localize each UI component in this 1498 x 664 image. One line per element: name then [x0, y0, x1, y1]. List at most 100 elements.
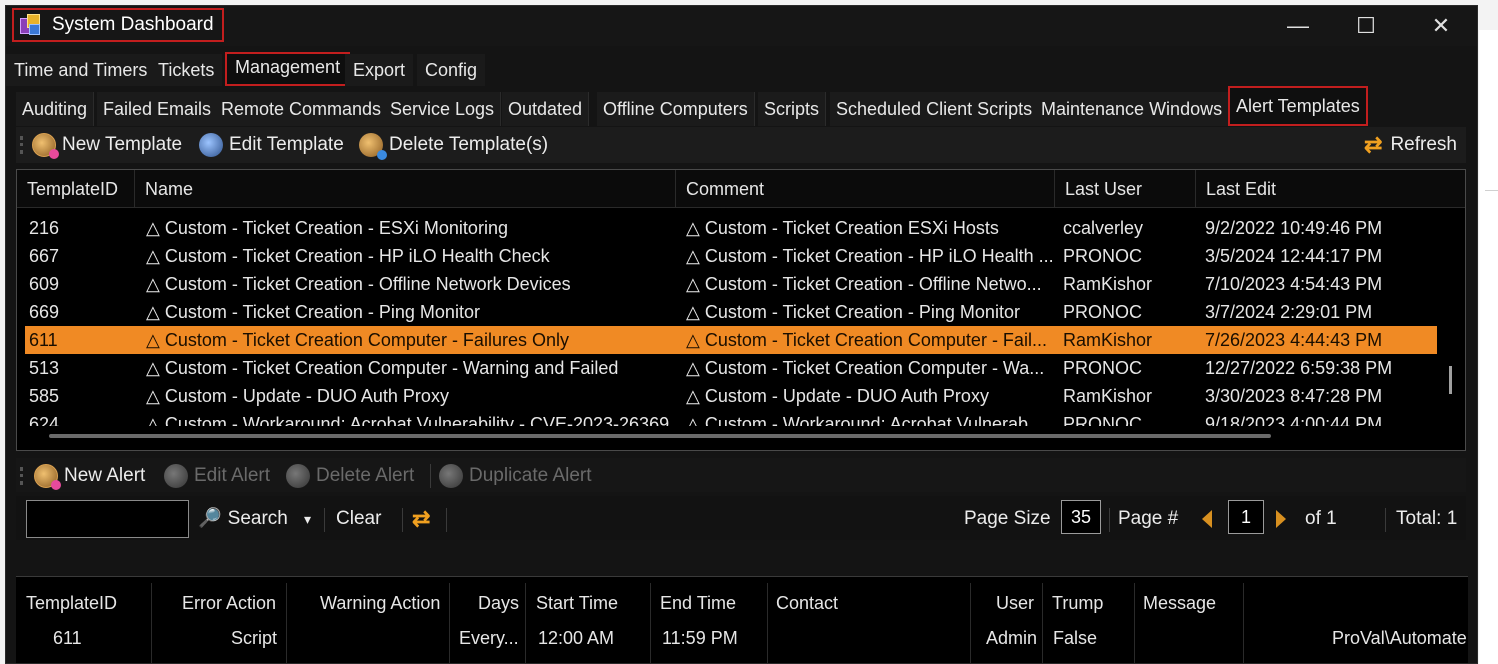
vertical-scrollbar[interactable]	[1449, 366, 1452, 394]
cell-last-edit: 3/5/2024 12:44:17 PM	[1205, 246, 1383, 266]
column-header-last-edit[interactable]: Last Edit	[1196, 170, 1465, 208]
subtab-offline-computers[interactable]: Offline Computers	[597, 92, 755, 126]
next-page-icon[interactable]	[1276, 510, 1286, 528]
subtab-failed-emails[interactable]: Failed Emails	[97, 92, 219, 126]
column-header-message[interactable]: Message	[1143, 585, 1216, 621]
templates-table: TemplateID Name Comment Last User Last E…	[16, 169, 1466, 451]
column-header-end-time[interactable]: End Time	[660, 585, 736, 621]
column-header-start-time[interactable]: Start Time	[536, 585, 618, 621]
maximize-button[interactable]: ☐	[1334, 6, 1398, 46]
minimize-button[interactable]: —	[1266, 6, 1330, 46]
clear-button[interactable]: Clear	[336, 500, 381, 538]
new-template-icon	[32, 133, 59, 159]
horizontal-scrollbar[interactable]	[49, 434, 1271, 438]
table-row[interactable]: 667 △ Custom - Ticket Creation - HP iLO …	[25, 242, 1437, 270]
page-count-label: of 1	[1305, 508, 1337, 529]
subtab-scripts[interactable]: Scripts	[758, 92, 827, 126]
cell-templateid: 669	[29, 302, 60, 322]
subtab-service-logs[interactable]: Service Logs	[384, 92, 502, 126]
cell-last-edit: 9/18/2023 4:00:44 PM	[1205, 414, 1383, 426]
alert-toolbar: New Alert Edit Alert Delete Alert Duplic…	[16, 458, 1466, 492]
subtab-outdated[interactable]: Outdated	[502, 92, 590, 126]
column-header-comment[interactable]: Comment	[676, 170, 1055, 208]
column-divider	[970, 583, 971, 663]
column-header-last-user[interactable]: Last User	[1055, 170, 1196, 208]
search-button[interactable]: 🔎 Search	[198, 500, 288, 538]
table-row[interactable]: 585 △ Custom - Update - DUO Auth Proxy △…	[25, 382, 1437, 410]
cell-start-time: 12:00 AM	[538, 628, 615, 648]
close-button[interactable]: ✕	[1409, 6, 1473, 46]
column-header-templateid[interactable]: TemplateID	[26, 585, 117, 621]
cell-name: △ Custom - Ticket Creation Computer - Fa…	[146, 330, 569, 350]
delete-templates-label: Delete Template(s)	[389, 134, 549, 155]
tab-export[interactable]: Export	[345, 54, 414, 86]
column-header-user[interactable]: User	[996, 585, 1034, 621]
column-header-contact[interactable]: Contact	[776, 585, 838, 621]
edit-alert-label: Edit Alert	[194, 465, 271, 486]
page-size-input[interactable]: 35	[1061, 500, 1101, 534]
subtab-auditing[interactable]: Auditing	[16, 92, 95, 126]
column-divider	[1134, 583, 1135, 663]
edit-template-button[interactable]: Edit Template	[199, 127, 344, 163]
cell-templateid: 609	[29, 274, 60, 294]
table-row[interactable]: 624 △ Custom - Workaround: Acrobat Vulne…	[25, 410, 1437, 426]
tab-config[interactable]: Config	[417, 54, 486, 86]
window-title: System Dashboard	[12, 8, 224, 42]
toolbar-grip[interactable]	[20, 136, 23, 154]
subtab-scheduled-client-scripts[interactable]: Scheduled Client Scripts	[830, 92, 1040, 126]
column-header-name[interactable]: Name	[135, 170, 676, 208]
toolbar-separator	[430, 464, 431, 488]
cell-trump: False	[1053, 628, 1098, 648]
column-header-error-action[interactable]: Error Action	[182, 585, 276, 621]
subtab-remote-commands[interactable]: Remote Commands	[215, 92, 389, 126]
cell-comment: △ Custom - Update - DUO Auth Proxy	[686, 386, 989, 406]
previous-page-icon[interactable]	[1202, 510, 1212, 528]
app-window: System Dashboard — ☐ ✕ Time and Timers T…	[5, 5, 1478, 664]
cell-last-user: RamKishor	[1063, 386, 1153, 406]
cell-last-user: PRONOC	[1063, 246, 1143, 266]
template-toolbar: New Template Edit Template Delete Templa…	[16, 127, 1466, 163]
table-row[interactable]: 216 △ Custom - Ticket Creation - ESXi Mo…	[25, 214, 1437, 242]
search-bar: 🔎 Search ▾ Clear ⇄ Page Size 35 Page # 1 …	[16, 496, 1466, 540]
cell-name: △ Custom - Ticket Creation - ESXi Monito…	[146, 218, 508, 238]
edit-alert-button[interactable]: Edit Alert	[164, 458, 270, 494]
cell-name: △ Custom - Update - DUO Auth Proxy	[146, 386, 449, 406]
tab-time-and-timers[interactable]: Time and Timers	[6, 54, 156, 86]
subtab-alert-templates[interactable]: Alert Templates	[1228, 86, 1368, 126]
tab-management[interactable]: Management	[225, 52, 351, 86]
cell-user: Admin	[986, 628, 1038, 648]
cell-templateid: 216	[29, 218, 60, 238]
delete-alert-button[interactable]: Delete Alert	[286, 458, 414, 494]
column-header-warning-action[interactable]: Warning Action	[320, 585, 440, 621]
table-row[interactable]: 513 △ Custom - Ticket Creation Computer …	[25, 354, 1437, 382]
delete-alert-icon	[286, 464, 310, 488]
search-options-dropdown[interactable]: ▾	[304, 500, 311, 538]
subtab-maintenance-windows[interactable]: Maintenance Windows	[1035, 92, 1230, 126]
delete-templates-button[interactable]: Delete Template(s)	[359, 127, 548, 163]
cell-templateid: 513	[29, 358, 60, 378]
title-bar[interactable]: System Dashboard — ☐ ✕	[6, 6, 1477, 46]
cell-templateid: 667	[29, 246, 60, 266]
toolbar-separator	[446, 508, 447, 532]
tab-tickets[interactable]: Tickets	[150, 54, 223, 86]
new-template-button[interactable]: New Template	[32, 127, 182, 163]
toolbar-grip[interactable]	[20, 467, 23, 485]
column-divider	[525, 583, 526, 663]
column-header-trump[interactable]: Trump	[1052, 585, 1103, 621]
refresh-alerts-icon[interactable]: ⇄	[412, 500, 430, 538]
main-tab-bar: Time and Timers Tickets Management Expor…	[6, 52, 1477, 86]
cell-comment: △ Custom - Ticket Creation - Offline Net…	[686, 274, 1042, 294]
column-header-days[interactable]: Days	[478, 585, 519, 621]
table-row-selected[interactable]: 611 △ Custom - Ticket Creation Computer …	[25, 326, 1437, 354]
cell-comment: △ Custom - Ticket Creation Computer - Fa…	[686, 330, 1047, 350]
table-row[interactable]: 609 △ Custom - Ticket Creation - Offline…	[25, 270, 1437, 298]
column-divider	[286, 583, 287, 663]
page-number-input[interactable]: 1	[1228, 500, 1264, 534]
cell-last-user: RamKishor	[1063, 274, 1153, 294]
refresh-button[interactable]: ⇄ Refresh	[1364, 127, 1457, 163]
column-header-templateid[interactable]: TemplateID	[17, 170, 135, 208]
search-input[interactable]	[26, 500, 189, 538]
duplicate-alert-button[interactable]: Duplicate Alert	[439, 458, 592, 494]
new-alert-button[interactable]: New Alert	[34, 458, 145, 494]
table-row[interactable]: 669 △ Custom - Ticket Creation - Ping Mo…	[25, 298, 1437, 326]
